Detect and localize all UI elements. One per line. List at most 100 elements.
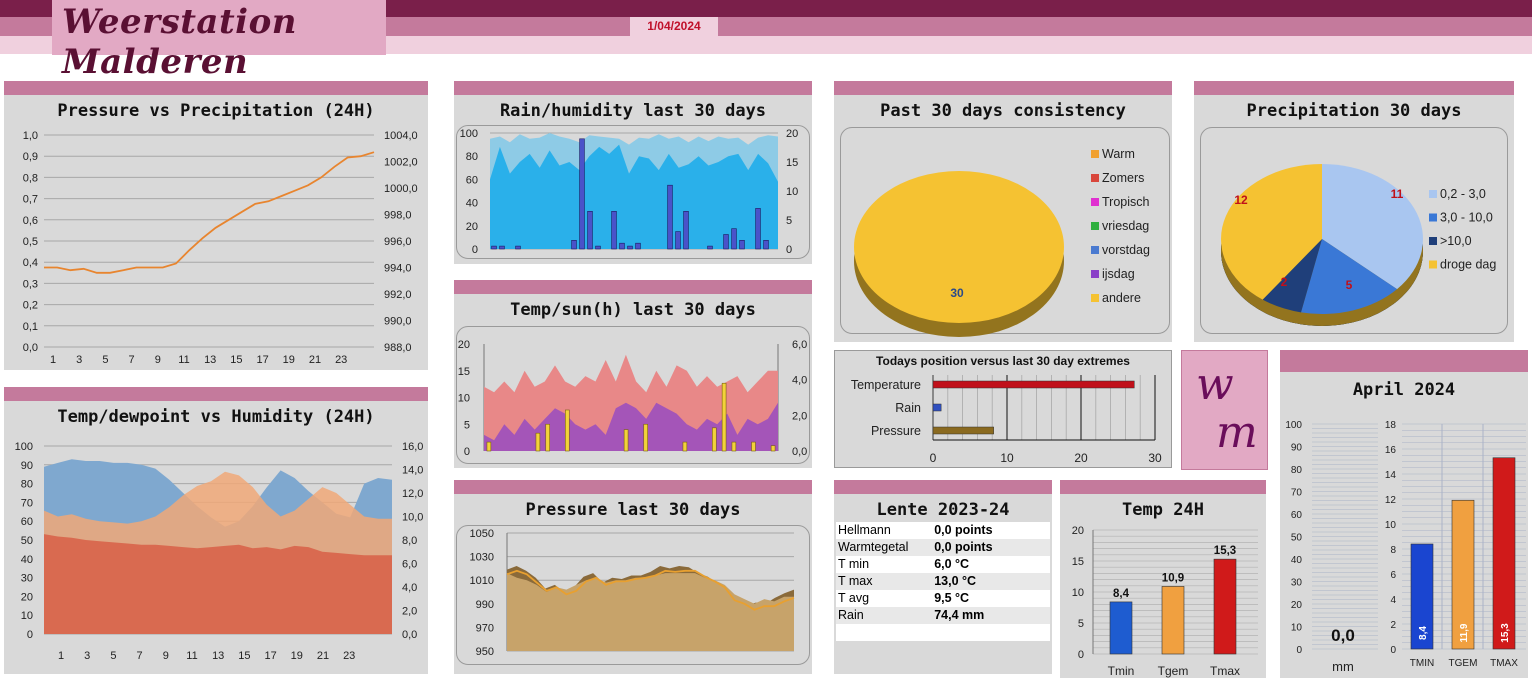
panel-title: Lente 2023-24 [876,500,1010,520]
position-bar [932,403,942,412]
x-tick-label: 17 [264,650,276,662]
legend-swatch [1091,246,1099,254]
right-tick-label: 996,0 [384,236,412,248]
chart-title: Todays position versus last 30 day extre… [876,354,1130,368]
table-row [836,624,1050,641]
todays-position-chart: Todays position versus last 30 day extre… [851,354,1162,465]
left-tick-label: 100 [460,128,478,140]
legend-label: ijsdag [1102,267,1135,281]
row-name: Rain [838,608,864,622]
x-tick-label: 19 [283,354,295,366]
x-tick-label: 11 [186,650,197,662]
left-tick-label: 90 [21,460,33,472]
left-tick-label: 1,0 [23,130,38,142]
x-tick-label: 1 [58,650,64,662]
temp-bar [1161,586,1185,655]
right-tick-label: 5 [786,215,792,227]
right-tick-label: 6,0 [792,339,807,351]
rain-bar [571,240,577,250]
legend-swatch [1091,198,1099,206]
x-tick-label: 13 [204,354,216,366]
x-tick-label: 9 [163,650,169,662]
row-value: 9,5 °C [934,591,970,605]
right-tick-label: 0 [786,244,792,256]
legend-swatch [1091,150,1099,158]
y-tick-label: 10 [1072,587,1084,599]
category-label: Temperature [851,378,921,392]
left-tick-label: 30 [21,573,33,585]
legend-swatch [1091,270,1099,278]
row-name: Warmtegetal [838,540,909,554]
row-value: 74,4 mm [934,608,985,622]
pressure-precip-24h-chart: 1,0 0,9 0,8 0,7 0,6 0,5 0,4 0,3 0,2 0,1 0,0 1004,0 1… [23,130,418,366]
temp-sun-30d-chart: 20 15 10 5 0 6,0 4,0 2,0 0,0 [458,339,808,458]
x-tick-label: 13 [212,650,224,662]
rain-bar [755,208,761,250]
rain-bar [587,211,593,250]
right-tick-label: 16 [1385,445,1397,456]
right-tick-label: 4,0 [792,375,807,387]
panel-bar [834,480,1052,494]
left-tick-label: 70 [21,497,33,509]
y-tick-label: 1010 [470,575,494,587]
row-name: T max [838,574,873,588]
x-tick-label: 17 [256,354,268,366]
left-tick-label: 40 [21,554,33,566]
rain-bar [595,245,601,250]
x-tick-label: 3 [76,354,82,366]
rain-bar [635,242,641,250]
right-tick-label: 8,0 [402,535,417,547]
x-tick-label: 23 [343,650,355,662]
rain-bar [723,234,729,250]
left-tick-label: 0,2 [23,300,38,312]
left-tick-label: 100 [1285,420,1302,431]
table-row: T max 13,0 °C [836,573,1050,590]
sun-bar [682,441,688,452]
left-tick-label: 0,8 [23,172,38,184]
rain-bar [611,211,617,250]
y-tick-label: 1030 [470,552,494,564]
panel-temp-sun-30d: Temp/sun(h) last 30 days 20 15 10 5 0 6,0 4,0 2… [454,280,812,468]
y-tick-label: 15 [1072,556,1084,568]
left-tick-label: 0,6 [23,215,38,227]
legend-swatch [1429,190,1437,198]
sun-bar [565,409,570,452]
category-label: TGEM [1449,658,1478,669]
table-row: T min 6,0 °C [836,556,1050,573]
wm-logo: w m [1181,350,1268,470]
rain-bar [731,228,737,250]
data-label: 11,9 [1459,623,1470,642]
left-tick-label: 5 [464,419,470,431]
y-tick-label: 990 [476,599,494,611]
date-badge: 1/04/2024 [630,17,718,36]
left-tick-label: 40 [1291,555,1303,566]
panel-lente: Lente 2023-24 Hellmann 0,0 points Warmteg… [834,480,1052,674]
right-tick-label: 998,0 [384,210,412,222]
left-tick-label: 100 [15,441,33,453]
right-tick-label: 992,0 [384,289,412,301]
left-tick-label: 60 [1291,510,1303,521]
category-label: Tmax [1210,664,1240,678]
temp-bar [1109,601,1133,655]
table-row: Warmtegetal 0,0 points [836,539,1050,556]
right-tick-label: 10 [786,186,798,198]
left-tick-label: 10 [21,610,33,622]
left-tick-label: 0 [472,244,478,256]
right-tick-label: 990,0 [384,316,412,328]
sun-bar [721,382,727,452]
x-tick-label: 0 [930,451,937,465]
april-chart: 10090807060504030201001816141210864200,0… [1285,420,1526,674]
right-tick-label: 14 [1385,470,1397,481]
right-tick-label: 10 [1385,520,1397,531]
rain-humidity-30d-chart: 100 80 60 40 20 0 20 15 10 5 0 [460,128,799,256]
x-tick-label: 10 [1000,451,1014,465]
legend-swatch [1091,294,1099,302]
x-tick-label: 15 [230,354,242,366]
x-tick-label: 11 [178,354,189,366]
rain-unit-label: mm [1332,659,1354,674]
left-tick-label: 0 [1296,645,1302,656]
data-label: 12 [1234,193,1248,207]
right-tick-label: 1002,0 [384,157,418,169]
rain-bar [683,211,689,250]
data-label: 8,4 [1113,588,1130,600]
